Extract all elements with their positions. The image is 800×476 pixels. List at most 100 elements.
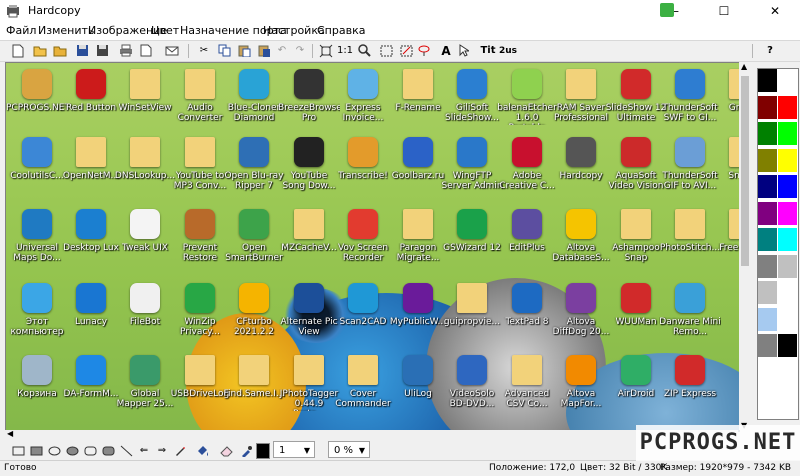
lasso-button[interactable] [416,43,432,58]
maximize-button[interactable]: ☐ [701,0,747,22]
menu-edit[interactable]: Изменить [38,24,94,37]
ellipse-filled-tool[interactable] [64,443,80,458]
desktop-icon[interactable]: Free Dow... [713,209,739,269]
help-button[interactable]: ? [762,43,778,58]
addition-button[interactable]: 2us [498,43,518,58]
horizontal-scrollbar[interactable]: ◀ [5,429,738,440]
undo-button[interactable]: ↶ [274,43,290,58]
desktop-icon[interactable]: Paragon Migrate... [387,209,447,269]
desktop-icon[interactable]: CFturbo 2021.2.2 [223,283,283,343]
desktop-icon[interactable]: USBDriveLog [169,355,229,415]
desktop-icon[interactable]: YouTube to MP3 Conv... [169,137,229,197]
rect-outline-tool[interactable] [10,443,26,458]
round-rect-tool[interactable] [82,443,98,458]
desktop-icon[interactable]: Hardcopy [550,137,610,197]
palette-swatch[interactable] [778,307,797,331]
percent-select[interactable]: 0 % ▼ [328,441,370,458]
desktop-icon[interactable]: JPhotoTagger 0.44.9 Porta... [278,355,338,415]
desktop-icon[interactable]: Altova MapFor... [550,355,610,415]
desktop-icon[interactable]: Prevent Restore [169,209,229,269]
image-canvas[interactable]: PCPROGS.NET Red Button WinSetView Audio Con… [5,62,740,432]
desktop-icon[interactable]: Advanced CSV Co... [496,355,556,415]
arrow-left-tool[interactable]: ⇐ [136,443,152,458]
desktop-icon[interactable]: WinZip Privacy... [169,283,229,343]
desktop-icon[interactable]: Blue-Cloner Diamond [223,69,283,129]
color-picker-tool[interactable] [238,443,254,458]
title-button[interactable]: Tit [478,43,498,58]
desktop-icon[interactable]: ThunderSoft SWF to GI... [659,69,719,129]
desktop-icon[interactable]: WinSetView [114,69,174,129]
palette-swatch[interactable] [778,122,797,145]
line-tool[interactable] [118,443,134,458]
desktop-icon[interactable]: balenaEtcher 1.6.0 Portable [496,69,557,129]
text-tool-button[interactable]: A [438,43,454,58]
palette-swatch[interactable] [758,228,777,251]
zoom-button[interactable] [356,43,372,58]
desktop-icon[interactable]: Open SmartBurner [223,209,283,269]
desktop-icon[interactable]: Open Blu-ray Ripper 7 [223,137,284,197]
line-width-select[interactable]: 1 ▼ [273,441,315,458]
desktop-icon[interactable]: Alternate Pic View [278,283,338,343]
eraser-tool[interactable] [218,443,234,458]
desktop-icon[interactable]: PhotoStitch... [659,209,720,269]
palette-swatch[interactable] [778,254,797,278]
mail-button[interactable] [164,43,180,58]
desktop-icon[interactable]: EditPlus [496,209,556,269]
desktop-icon[interactable]: BreezeBrowser Pro [278,69,340,129]
arrow-right-tool[interactable]: ⇒ [154,443,170,458]
palette-swatch[interactable] [758,69,777,92]
paste-button[interactable] [236,43,252,58]
fit-button[interactable] [318,43,334,58]
palette-swatch[interactable] [778,175,797,198]
menu-color[interactable]: Цвет [151,24,179,37]
palette-swatch[interactable] [758,95,777,119]
desktop-icon[interactable]: SlideShow 12 Ultimate [605,69,666,129]
desktop-icon[interactable]: RAM Saver Professional [550,69,610,129]
close-button[interactable]: ✕ [752,0,798,22]
palette-swatch[interactable] [758,122,777,145]
menu-help[interactable]: Справка [317,24,365,37]
palette-swatch[interactable] [758,175,777,198]
pen-tool[interactable] [172,443,188,458]
desktop-icon[interactable]: UliLog [387,355,447,415]
palette-swatch[interactable] [778,148,797,172]
palette-swatch[interactable] [778,69,797,92]
desktop-icon[interactable]: Red Button [60,69,120,129]
desktop-icon[interactable]: DNSLookup... [114,137,175,197]
crop-button[interactable] [398,43,414,58]
palette-swatch[interactable] [758,148,777,172]
vertical-scroll-thumb[interactable] [741,76,749,266]
desktop-icon[interactable]: Transcribe! [332,137,392,197]
save-as-button[interactable] [94,43,110,58]
desktop-icon[interactable]: Altova DiffDog 20... [550,283,610,343]
desktop-icon[interactable]: guipropvie... [441,283,501,343]
palette-swatch[interactable] [778,228,797,251]
desktop-icon[interactable]: Lunacy [60,283,120,343]
desktop-icon[interactable]: Vov Screen Recorder [332,209,392,269]
rect-filled-tool[interactable] [28,443,44,458]
desktop-icon[interactable]: WUUMan [605,283,665,343]
palette-swatch[interactable] [778,281,797,304]
ellipse-tool[interactable] [46,443,62,458]
desktop-icon[interactable]: Express Invoice... [332,69,392,129]
select-rect-button[interactable] [378,43,394,58]
desktop-icon[interactable]: Этот компьютер [6,283,66,343]
desktop-icon[interactable]: Goolbarz.ru [387,137,447,197]
paste-special-button[interactable] [256,43,272,58]
desktop-icon[interactable]: Adobe Creative C... [496,137,556,197]
desktop-icon[interactable]: Audio Converter [169,69,229,129]
palette-swatch[interactable] [778,201,797,225]
menu-file[interactable]: Файл [6,24,36,37]
desktop-icon[interactable]: DA-FormM... [60,355,120,415]
palette-swatch[interactable] [758,334,777,357]
desktop-icon[interactable]: MZCacheV... [278,209,338,269]
print-setup-button[interactable] [138,43,154,58]
desktop-icon[interactable]: Altova DatabaseS... [550,209,610,269]
round-rect-filled-tool[interactable] [100,443,116,458]
palette-swatch[interactable] [758,254,777,278]
fill-tool[interactable] [194,443,210,458]
desktop-icon[interactable]: F-Rename [387,69,447,129]
desktop-icon[interactable]: Desktop Lux [60,209,120,269]
pointer-button[interactable] [456,43,472,58]
desktop-icon[interactable]: Global Mapper 25... [114,355,174,415]
